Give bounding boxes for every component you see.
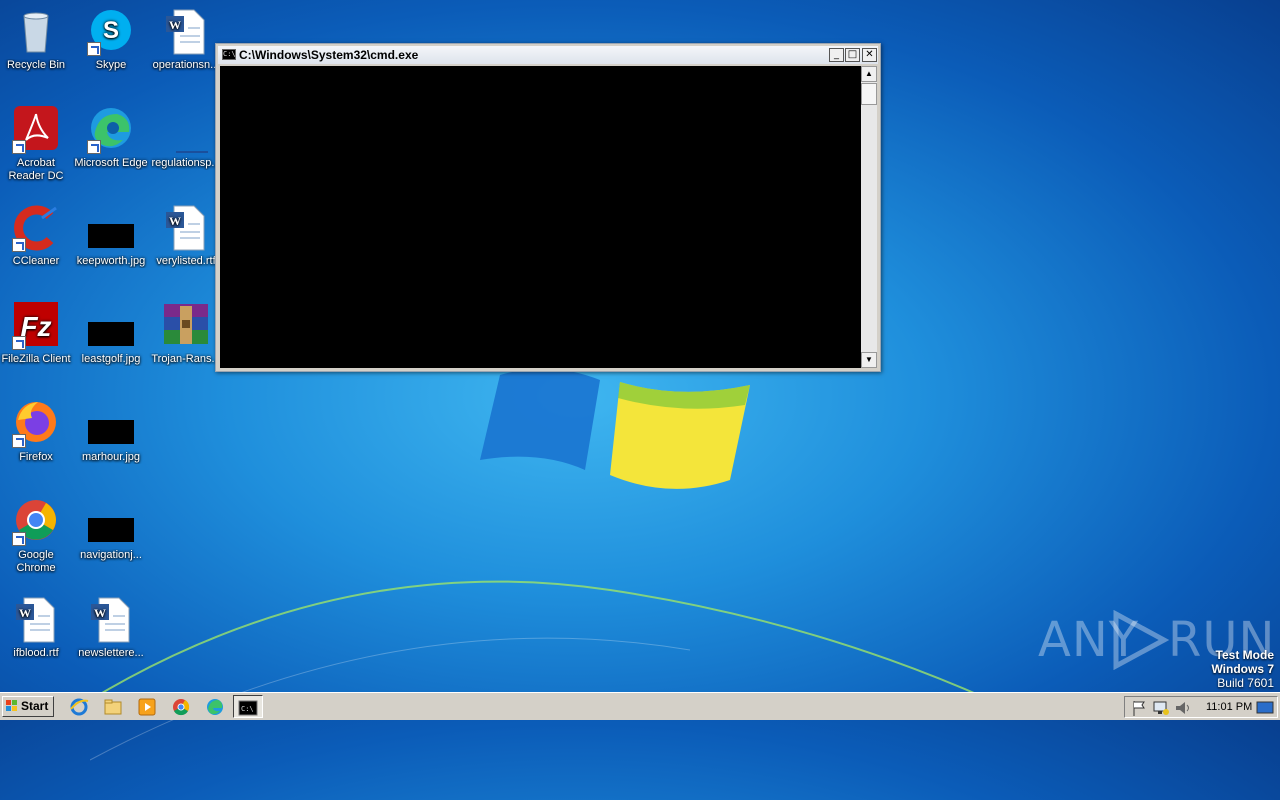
cmd-window[interactable]: C:\ C:\Windows\System32\cmd.exe _ □ ✕ ▲ … <box>215 43 881 372</box>
desktop-icon-regulationsp[interactable]: regulationsp... <box>148 106 224 170</box>
desktop-icon-label: ifblood.rtf <box>13 647 59 659</box>
vertical-scrollbar[interactable]: ▲ ▼ <box>861 66 877 368</box>
desktop-icon-verylisted[interactable]: W verylisted.rtf <box>148 204 224 268</box>
desktop-icon-acrobat[interactable]: Acrobat Reader DC <box>0 106 74 183</box>
desktop-icon-label: navigationj... <box>80 549 142 561</box>
desktop-icon-trojan-rans[interactable]: Trojan-Rans... <box>148 302 224 366</box>
taskbar-clock[interactable]: 11:01 PM <box>1206 693 1252 721</box>
taskbar: Start C:\ 11:01 PM <box>0 692 1280 720</box>
windows-flag-icon <box>6 700 17 711</box>
filezilla-icon: Fz <box>12 302 60 350</box>
cmd-console-area[interactable] <box>220 66 861 368</box>
show-desktop-icon[interactable] <box>1255 698 1275 718</box>
image-file-icon <box>87 498 135 546</box>
image-file-icon <box>87 302 135 350</box>
desktop-icon-label: Skype <box>95 59 127 71</box>
desktop-icon-firefox[interactable]: Firefox <box>0 400 74 464</box>
scrollbar-thumb[interactable] <box>861 83 877 105</box>
cmd-title-icon: C:\ <box>222 49 236 60</box>
desktop-icon-label: CCleaner <box>12 255 60 267</box>
cmd-window-title: C:\Windows\System32\cmd.exe <box>239 48 419 62</box>
anyrun-play-icon <box>1113 610 1170 670</box>
desktop-icon-navigationj[interactable]: navigationj... <box>73 498 149 562</box>
svg-text:W: W <box>169 18 181 32</box>
os-name-label: Windows 7 <box>1211 662 1274 676</box>
recycle-bin-icon <box>12 8 60 56</box>
desktop-icon-chrome[interactable]: Google Chrome <box>0 498 74 575</box>
desktop-icon-label: keepworth.jpg <box>76 255 146 267</box>
blank-file-icon <box>162 106 210 154</box>
svg-text:W: W <box>94 606 106 620</box>
desktop-icon-ifblood[interactable]: W ifblood.rtf <box>0 596 74 660</box>
desktop-icon-recycle-bin[interactable]: Recycle Bin <box>0 8 74 72</box>
desktop-icon-label: regulationsp... <box>151 157 221 169</box>
wallpaper-swoosh <box>90 580 990 761</box>
desktop-icon-skype[interactable]: S Skype <box>73 8 149 72</box>
system-tray <box>1124 696 1278 718</box>
word-document-icon: W <box>87 596 135 644</box>
desktop-icon-label: Recycle Bin <box>6 59 66 71</box>
desktop-icon-marhour[interactable]: marhour.jpg <box>73 400 149 464</box>
desktop-icon-label: marhour.jpg <box>81 451 141 463</box>
maximize-button[interactable]: □ <box>845 48 860 62</box>
svg-text:S: S <box>103 17 119 44</box>
firefox-icon <box>12 400 60 448</box>
desktop-icon-label: Trojan-Rans... <box>151 353 221 365</box>
windows-logo-wallpaper <box>480 368 750 489</box>
desktop-icon-newslettere[interactable]: W newslettere... <box>73 596 149 660</box>
test-mode-label: Test Mode <box>1215 648 1274 662</box>
chrome-icon <box>12 498 60 546</box>
image-file-icon <box>87 400 135 448</box>
desktop-icon-label: Google Chrome <box>16 549 56 574</box>
svg-text:W: W <box>169 214 181 228</box>
winrar-icon <box>162 302 210 350</box>
internet-explorer-icon[interactable] <box>69 697 89 717</box>
desktop-icon-ccleaner[interactable]: CCleaner <box>0 204 74 268</box>
svg-text:C:\: C:\ <box>241 705 254 713</box>
desktop-icon-label: Firefox <box>19 451 53 463</box>
word-document-icon: W <box>12 596 60 644</box>
cmd-icon: C:\ <box>238 700 258 716</box>
desktop-icon-label: newslettere... <box>78 647 144 659</box>
volume-icon[interactable] <box>1173 698 1193 718</box>
start-label: Start <box>21 699 49 713</box>
acrobat-icon <box>12 106 60 154</box>
explorer-icon[interactable] <box>103 697 123 717</box>
cmd-taskbar-button[interactable]: C:\ <box>233 695 263 718</box>
minimize-button[interactable]: _ <box>829 48 844 62</box>
desktop-icon-filezilla[interactable]: Fz FileZilla Client <box>0 302 74 366</box>
skype-icon: S <box>87 8 135 56</box>
word-document-icon: W <box>162 8 210 56</box>
svg-text:W: W <box>19 606 31 620</box>
network-icon[interactable] <box>1151 698 1171 718</box>
desktop-icon-leastgolf[interactable]: leastgolf.jpg <box>73 302 149 366</box>
desktop-icon-label: Acrobat Reader DC <box>8 157 64 182</box>
action-center-flag-icon[interactable] <box>1129 698 1149 718</box>
desktop-icon-label: leastgolf.jpg <box>81 353 141 365</box>
image-file-icon <box>87 204 135 252</box>
desktop-icon-keepworth[interactable]: keepworth.jpg <box>73 204 149 268</box>
chrome-icon[interactable] <box>171 697 191 717</box>
test-mode-notice: Test Mode Windows 7 Build 7601 <box>1211 648 1274 690</box>
word-document-icon: W <box>162 204 210 252</box>
desktop-icon-operationsn[interactable]: W operationsn... <box>148 8 224 72</box>
desktop-icon-label: FileZilla Client <box>1 353 71 365</box>
desktop-icon-label: Microsoft Edge <box>74 157 148 169</box>
close-button[interactable]: ✕ <box>862 48 877 62</box>
scroll-up-button[interactable]: ▲ <box>861 66 877 82</box>
cmd-titlebar[interactable]: C:\ C:\Windows\System32\cmd.exe _ □ ✕ <box>218 46 878 64</box>
ccleaner-icon <box>12 204 60 252</box>
desktop-icon-label: verylisted.rtf <box>156 255 216 267</box>
start-button[interactable]: Start <box>2 696 54 717</box>
desktop-icon-edge[interactable]: Microsoft Edge <box>73 106 149 170</box>
media-player-icon[interactable] <box>137 697 157 717</box>
build-label: Build 7601 <box>1217 676 1274 690</box>
edge-icon <box>87 106 135 154</box>
desktop-icon-label: operationsn... <box>152 59 220 71</box>
edge-icon[interactable] <box>205 697 225 717</box>
scroll-down-button[interactable]: ▼ <box>861 352 877 368</box>
